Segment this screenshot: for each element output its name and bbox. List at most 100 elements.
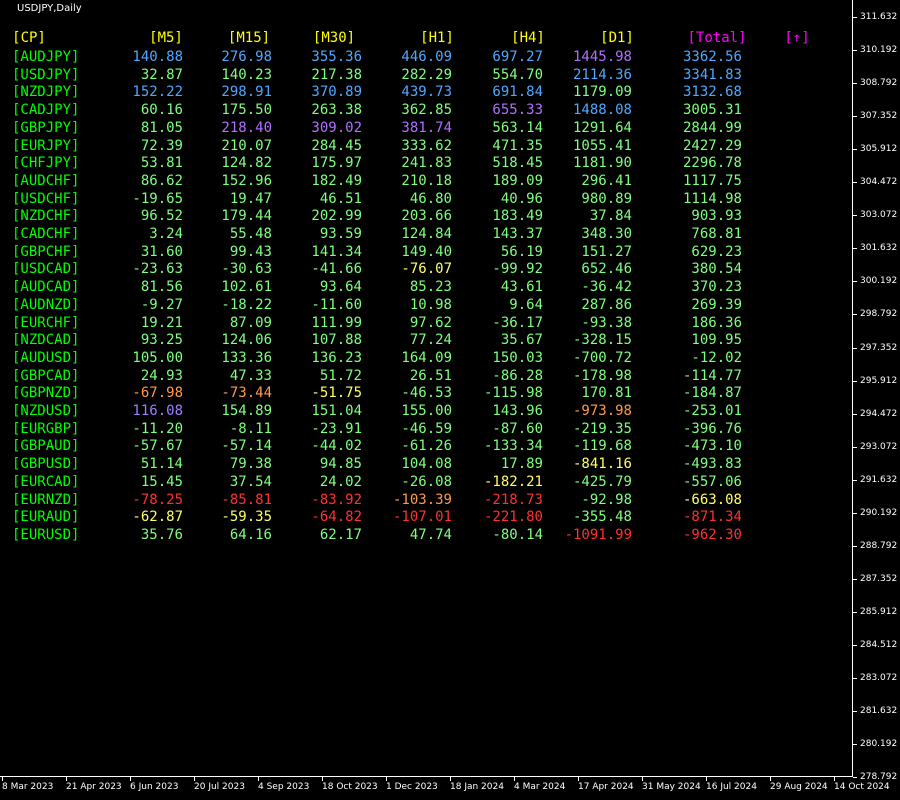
strength-value: -355.48 [572,509,632,526]
pair-label: [NZDCAD] [12,332,80,349]
strength-value: -44.02 [311,438,362,455]
strength-value: -328.15 [572,332,632,349]
y-tick-label: 311.632 [860,12,898,22]
chart-window[interactable]: USDJPY,Daily 311.632 310.192 308.792 307.35… [0,0,900,800]
strength-value: 35.76 [140,526,183,543]
strength-value: 380.54 [691,261,742,278]
strength-value: -493.83 [682,456,742,473]
strength-value: -219.35 [572,420,632,437]
y-tick-label: 293.072 [860,441,898,452]
strength-value: -11.20 [132,420,183,437]
strength-value: 980.89 [581,190,632,207]
y-tick-label: 304.472 [860,177,898,188]
strength-value: 37.54 [229,473,272,490]
strength-value: 3.24 [149,226,183,242]
pair-label: [CHFJPY] [12,155,80,172]
y-tick-label: 303.072 [860,210,898,221]
pair-label: [CADCHF] [12,226,80,242]
strength-value: 2114.36 [572,66,632,83]
x-tick-mark [770,777,771,781]
strength-value: 10.98 [409,296,452,313]
strength-value: 1488.08 [572,102,632,119]
pair-label: [NZDJPY] [12,84,80,101]
strength-value: 51.72 [319,367,362,384]
x-tick-label: 14 Oct 2024 [834,782,890,792]
strength-value: 269.39 [691,296,742,313]
strength-value: 446.09 [401,49,452,65]
x-tick-label: 31 May 2024 [642,782,701,792]
strength-value: 31.60 [140,243,183,260]
column-header: [H1] [420,30,454,46]
strength-value: 93.25 [140,332,183,349]
strength-value: -473.10 [682,438,742,455]
strength-value: 124.82 [221,155,272,172]
strength-value: -115.98 [483,385,543,402]
strength-value: 79.38 [229,456,272,473]
y-tick-mark [853,512,857,514]
x-tick-label: 21 Apr 2023 [66,782,122,792]
strength-value: 140.88 [132,49,183,65]
strength-value: 903.93 [691,208,742,225]
strength-value: 186.36 [691,314,742,331]
strength-value: -973.98 [572,403,632,419]
strength-value: 24.93 [140,367,183,384]
strength-value: 1179.09 [572,84,632,101]
strength-value: -218.73 [483,491,543,508]
strength-value: -8.11 [229,420,272,437]
pair-label: [USDCAD] [12,261,80,278]
strength-value: 124.84 [401,226,452,242]
strength-value: 309.02 [311,119,362,136]
strength-value: -83.92 [311,491,362,508]
pair-label: [EURNZD] [12,491,80,508]
strength-value: 35.67 [500,332,543,349]
strength-value: -12.02 [691,349,742,366]
pair-label: [EURAUD] [12,509,80,526]
strength-value: -59.35 [221,509,272,526]
strength-value: 370.23 [691,279,742,296]
y-tick-mark [853,479,857,481]
x-tick-mark [834,777,835,781]
strength-value: 86.62 [140,172,183,189]
strength-value: -11.60 [311,296,362,313]
y-tick-mark [853,678,857,679]
column-header: [M15] [227,30,271,46]
x-tick-label: 4 Sep 2023 [258,782,310,792]
pair-label: [CADJPY] [12,102,80,119]
strength-value: 2844.99 [682,119,742,136]
strength-value: 518.45 [492,155,543,172]
strength-value: -61.26 [401,438,452,455]
strength-value: -107.01 [392,509,452,526]
strength-value: 164.09 [401,349,452,366]
y-tick-mark [853,182,857,184]
y-tick-label: 285.912 [860,606,898,617]
pair-label: [GBPAUD] [12,438,80,455]
pair-label: [USDCHF] [12,190,80,207]
strength-value: 152.96 [221,172,272,189]
pair-label: [GBPCHF] [12,243,80,260]
strength-value: 81.56 [140,279,183,296]
strength-value: 9.64 [509,296,543,313]
strength-value: 87.09 [229,314,272,331]
strength-value: -36.42 [581,279,632,296]
strength-value: -46.59 [401,420,452,437]
strength-value: 471.35 [492,137,543,154]
strength-value: -1091.99 [564,526,632,543]
strength-value: 136.23 [311,349,362,366]
strength-value: 53.81 [140,155,183,172]
x-tick-mark [386,777,387,781]
y-tick-mark [853,347,857,349]
strength-value: -119.68 [572,438,632,455]
strength-value: -36.17 [492,314,543,331]
strength-value: 19.21 [140,314,183,331]
column-header: [Total] [687,30,747,46]
y-tick-label: 300.192 [860,276,898,287]
pair-label: [AUDJPY] [12,49,80,65]
pair-label: [GBPCAD] [12,367,80,384]
strength-value: 19.47 [229,190,272,207]
strength-value: 60.16 [140,102,183,119]
strength-value: 3341.83 [682,66,742,83]
strength-value: 175.97 [311,155,362,172]
strength-value: 32.87 [140,66,183,83]
strength-value: 47.33 [229,367,272,384]
strength-value: 141.34 [311,243,362,260]
